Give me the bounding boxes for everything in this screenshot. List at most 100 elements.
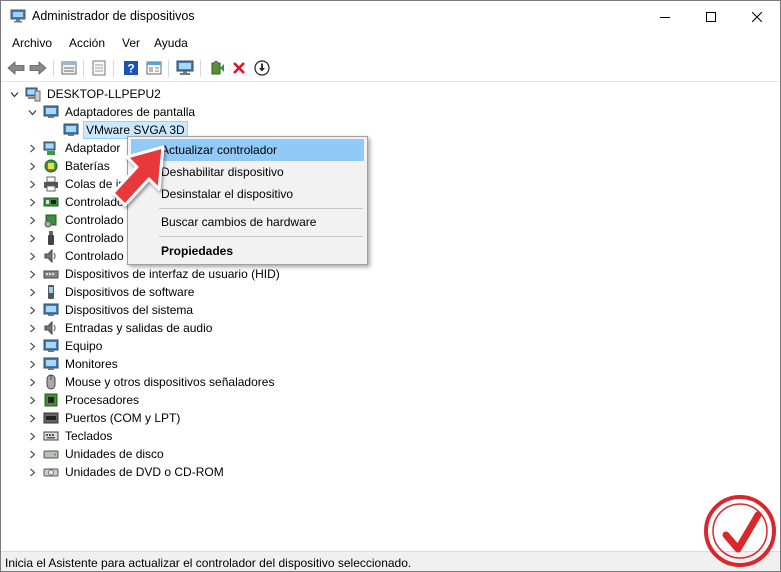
status-bar: Inicia el Asistente para actualizar el c… [1,551,780,571]
category-label: Controlado [65,213,124,227]
close-button[interactable] [734,1,780,32]
expand-icon[interactable] [27,157,37,175]
watermark-logo [704,495,776,567]
category-label: Mouse y otros dispositivos señaladores [65,375,275,389]
expand-icon[interactable] [27,229,37,247]
category-monitors[interactable]: Monitores [27,355,120,373]
port-icon [43,412,59,424]
computer-icon [43,339,59,352]
minimize-button[interactable] [642,1,688,32]
expand-icon[interactable] [27,139,37,157]
mouse-icon [46,374,56,390]
category-disk-drives[interactable]: Unidades de disco [27,445,166,463]
show-hidden-button[interactable] [89,58,109,78]
category-computer[interactable]: Equipo [27,337,104,355]
expand-icon[interactable] [27,175,37,193]
category-system-devices[interactable]: Dispositivos del sistema [27,301,195,319]
software-device-icon [48,285,54,299]
category-usb-controllers[interactable]: Controlado [27,229,126,247]
svg-text:?: ? [127,62,134,76]
usb-icon [48,231,54,245]
computer-icon [25,87,41,102]
forward-button[interactable] [28,58,48,78]
category-hid[interactable]: Dispositivos de interfaz de usuario (HID… [27,265,282,283]
properties-button[interactable] [59,58,79,78]
category-ports[interactable]: Puertos (COM y LPT) [27,409,182,427]
printer-icon [44,176,58,192]
properties-menu-item[interactable]: Propiedades [131,240,364,262]
category-label: Dispositivos del sistema [65,303,194,317]
toolbar: ? [1,55,780,82]
expand-icon[interactable] [27,409,37,427]
display-adapter-icon [43,105,59,118]
expand-icon[interactable] [27,301,37,319]
disk-drive-icon [43,450,59,459]
keyboard-icon [43,431,59,441]
toolbar-separator [53,60,54,77]
expand-icon[interactable] [27,445,37,463]
title-bar[interactable]: Administrador de dispositivos [1,1,780,32]
menu-bar: Archivo Acción Ver Ayuda [1,33,780,54]
menu-archivo[interactable]: Archivo [12,36,52,50]
view-button[interactable] [144,58,164,78]
download-button[interactable] [252,58,272,78]
help-button[interactable]: ? [121,58,141,78]
expand-icon[interactable] [27,193,37,211]
category-label: Teclados [65,429,113,443]
menu-accion[interactable]: Acción [69,36,105,50]
show-hidden-icon [92,60,106,76]
expand-icon[interactable] [27,337,37,355]
toolbar-separator [113,60,114,77]
menu-separator [159,236,363,237]
expand-icon[interactable] [27,283,37,301]
storage-controller-icon [44,214,57,228]
collapse-icon[interactable] [9,85,19,103]
update-driver-button[interactable] [207,58,227,78]
monitor-icon [63,123,79,136]
back-button[interactable] [6,58,26,78]
expand-icon[interactable] [27,247,37,265]
category-label: Procesadores [65,393,140,407]
expand-icon[interactable] [27,319,37,337]
category-keyboards[interactable]: Teclados [27,427,114,445]
category-label: Baterías [65,159,110,173]
collapse-icon[interactable] [27,103,37,121]
expand-icon[interactable] [27,427,37,445]
category-processors[interactable]: Procesadores [27,391,141,409]
scan-hardware-button[interactable] [175,58,195,78]
menu-ayuda[interactable]: Ayuda [154,36,188,50]
tree-root[interactable]: DESKTOP-LLPEPU2 [9,85,163,103]
category-audio-io[interactable]: Entradas y salidas de audio [27,319,214,337]
expand-icon[interactable] [27,391,37,409]
category-display-adapters[interactable]: Adaptadores de pantalla [27,103,197,121]
category-label: Controlado [65,249,124,263]
category-label: Puertos (COM y LPT) [65,411,181,425]
expand-icon[interactable] [27,463,37,481]
category-label: Adaptadores de pantalla [65,105,196,119]
category-batteries[interactable]: Baterías [27,157,112,175]
battery-icon [44,159,58,173]
close-icon [752,11,762,22]
expand-icon[interactable] [27,355,37,373]
category-label: Unidades de disco [65,447,164,461]
category-storage-controllers[interactable]: Controlado [27,211,126,229]
minimize-icon [660,16,670,18]
expand-icon[interactable] [27,211,37,229]
menu-ver[interactable]: Ver [122,36,140,50]
scan-hardware-menu-item[interactable]: Buscar cambios de hardware [131,211,364,233]
category-mouse[interactable]: Mouse y otros dispositivos señaladores [27,373,276,391]
network-adapter-icon [43,141,56,155]
maximize-button[interactable] [688,1,734,32]
back-arrow-icon [7,61,25,75]
window-title: Administrador de dispositivos [32,9,195,23]
category-dvd-drives[interactable]: Unidades de DVD o CD-ROM [27,463,226,481]
ide-controller-icon [43,197,59,207]
expand-icon[interactable] [27,265,37,283]
properties-icon [61,61,77,75]
device-manager-icon [10,9,26,23]
category-sound-controllers[interactable]: Controlado [27,247,126,265]
category-label: Unidades de DVD o CD-ROM [65,465,224,479]
expand-icon[interactable] [27,373,37,391]
category-software-devices[interactable]: Dispositivos de software [27,283,196,301]
uninstall-button[interactable] [229,58,249,78]
